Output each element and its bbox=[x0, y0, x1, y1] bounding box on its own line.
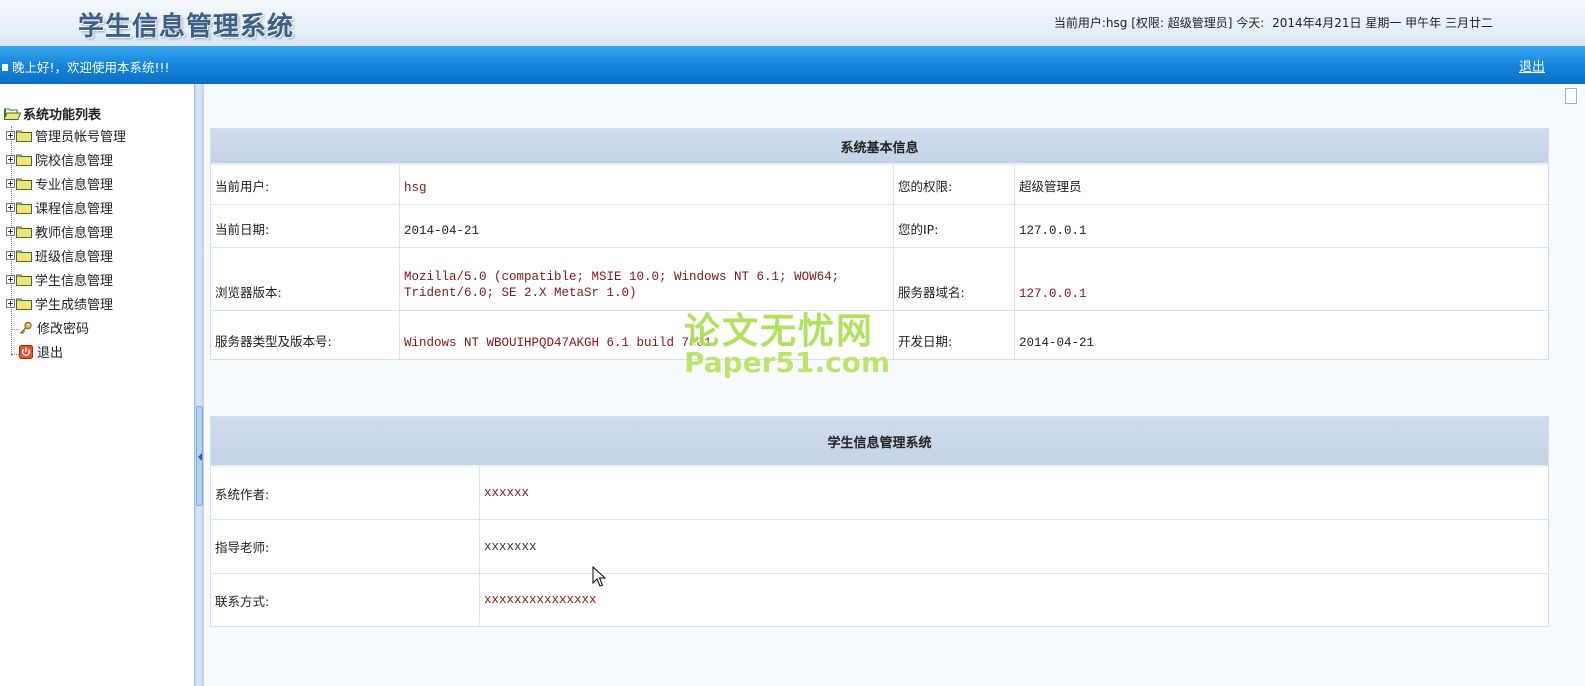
folder-icon bbox=[16, 178, 33, 190]
greeting: 晚上好!，欢迎使用本系统!!! bbox=[2, 57, 170, 76]
field-value: xxxxxx bbox=[480, 467, 1548, 520]
expand-plus-icon[interactable] bbox=[6, 131, 15, 140]
table-row: 系统作者: xxxxxx bbox=[211, 467, 1548, 520]
field-value: xxxxxxx bbox=[480, 520, 1548, 574]
sidebar-item-school-info[interactable]: 院校信息管理 bbox=[6, 150, 113, 172]
field-label: 当前日期: bbox=[211, 205, 400, 248]
app-title: 学生信息管理系统 bbox=[78, 12, 295, 42]
table-row: 浏览器版本: Mozilla/5.0 (compatible; MSIE 10.… bbox=[211, 248, 1548, 311]
main-content: 系统基本信息 当前用户: hsg 您的权限: 超级管理员 当前日期: 2014-… bbox=[204, 84, 1585, 686]
key-icon bbox=[19, 321, 33, 335]
folder-icon bbox=[16, 274, 33, 286]
expand-plus-icon[interactable] bbox=[6, 227, 15, 236]
sidebar-item-course-info[interactable]: 课程信息管理 bbox=[6, 198, 113, 220]
folder-icon bbox=[16, 154, 33, 166]
current-user-text: 当前用户:hsg [权限: 超级管理员] 今天: bbox=[1053, 16, 1265, 30]
sidebar-item-logout[interactable]: 退出 bbox=[19, 342, 63, 364]
arrow-left-icon bbox=[198, 453, 202, 461]
open-folder-icon bbox=[4, 108, 21, 120]
about-system-title: 学生信息管理系统 bbox=[211, 417, 1548, 467]
greeting-text: 晚上好!，欢迎使用本系统!!! bbox=[12, 60, 170, 75]
sidebar-item-label: 课程信息管理 bbox=[35, 202, 114, 217]
folder-icon bbox=[16, 130, 33, 142]
about-system-table: 学生信息管理系统 系统作者: xxxxxx 指导老师: xxxxxxx 联系方式… bbox=[210, 416, 1549, 627]
table-row: 当前日期: 2014-04-21 您的IP: 127.0.0.1 bbox=[211, 205, 1548, 248]
field-value: 127.0.0.1 bbox=[1015, 248, 1548, 311]
field-value: Windows NT WBOUIHPQD47AKGH 6.1 build 760… bbox=[400, 311, 894, 359]
tree-connector bbox=[11, 354, 19, 355]
table-row: 服务器类型及版本号: Windows NT WBOUIHPQD47AKGH 6.… bbox=[211, 311, 1548, 359]
field-value: 2014-04-21 bbox=[1019, 336, 1095, 350]
sidebar-root[interactable]: 系统功能列表 bbox=[4, 104, 101, 123]
logout-label: 退出 bbox=[37, 346, 64, 361]
change-password-label: 修改密码 bbox=[37, 322, 90, 337]
sidebar: 系统功能列表 管理员帐号管理 院校信息管理 专业信息管理 课程信息管理 教师信息… bbox=[0, 84, 194, 686]
folder-icon bbox=[16, 250, 33, 262]
expand-plus-icon[interactable] bbox=[6, 203, 15, 212]
table-row: 联系方式: xxxxxxxxxxxxxxx bbox=[211, 574, 1548, 626]
sidebar-item-label: 院校信息管理 bbox=[35, 154, 114, 169]
field-label: 您的权限: bbox=[894, 165, 1015, 205]
sidebar-item-change-password[interactable]: 修改密码 bbox=[19, 318, 89, 340]
table-row: 当前用户: hsg 您的权限: 超级管理员 bbox=[211, 165, 1548, 205]
field-label: 浏览器版本: bbox=[211, 248, 400, 311]
field-label: 当前用户: bbox=[211, 165, 400, 205]
sidebar-splitter[interactable] bbox=[194, 84, 204, 686]
folder-icon bbox=[16, 298, 33, 310]
sidebar-item-major-info[interactable]: 专业信息管理 bbox=[6, 174, 113, 196]
sidebar-item-teacher-info[interactable]: 教师信息管理 bbox=[6, 222, 113, 244]
folder-icon bbox=[16, 226, 33, 238]
field-label: 服务器类型及版本号: bbox=[211, 311, 400, 359]
top-nav-bar: 晚上好!，欢迎使用本系统!!! 退出 bbox=[0, 46, 1585, 84]
sidebar-item-label: 学生信息管理 bbox=[35, 274, 114, 289]
sidebar-item-label: 学生成绩管理 bbox=[35, 298, 114, 313]
sidebar-item-label: 班级信息管理 bbox=[35, 250, 114, 265]
field-value: 127.0.0.1 bbox=[1015, 205, 1548, 248]
expand-plus-icon[interactable] bbox=[6, 275, 15, 284]
sidebar-item-student-scores[interactable]: 学生成绩管理 bbox=[6, 294, 113, 316]
collapse-sidebar-handle[interactable] bbox=[196, 406, 203, 506]
expand-plus-icon[interactable] bbox=[6, 179, 15, 188]
field-label: 指导老师: bbox=[211, 520, 480, 574]
sidebar-item-label: 专业信息管理 bbox=[35, 178, 114, 193]
sidebar-item-student-info[interactable]: 学生信息管理 bbox=[6, 270, 113, 292]
power-icon bbox=[19, 344, 33, 359]
expand-plus-icon[interactable] bbox=[6, 251, 15, 260]
field-label: 开发日期: bbox=[894, 311, 1015, 359]
logout-link[interactable]: 退出 bbox=[1519, 56, 1545, 75]
sidebar-item-label: 教师信息管理 bbox=[35, 226, 114, 241]
folder-icon bbox=[16, 202, 33, 214]
field-label: 联系方式: bbox=[211, 574, 480, 626]
scroll-corner[interactable] bbox=[1565, 88, 1577, 104]
system-info-title: 系统基本信息 bbox=[211, 129, 1548, 165]
field-value: 超级管理员 bbox=[1015, 165, 1548, 205]
bullet-icon bbox=[2, 64, 8, 71]
table-row: 指导老师: xxxxxxx bbox=[211, 520, 1548, 574]
current-date-text: 2014年4月21日 星期一 甲午年 三月廿二 bbox=[1272, 16, 1493, 30]
header-user-info: 当前用户:hsg [权限: 超级管理员] 今天: 2014年4月21日 星期一 … bbox=[1054, 14, 1497, 31]
field-value: 2014-04-21 bbox=[400, 205, 894, 248]
field-label: 系统作者: bbox=[211, 467, 480, 520]
sidebar-item-class-info[interactable]: 班级信息管理 bbox=[6, 246, 113, 268]
system-info-table: 系统基本信息 当前用户: hsg 您的权限: 超级管理员 当前日期: 2014-… bbox=[210, 128, 1549, 360]
mouse-cursor-icon bbox=[592, 566, 606, 587]
field-value: xxxxxxxxxxxxxxx bbox=[484, 593, 597, 607]
field-label: 您的IP: bbox=[894, 205, 1015, 248]
sidebar-root-label: 系统功能列表 bbox=[23, 108, 102, 123]
expand-plus-icon[interactable] bbox=[6, 299, 15, 308]
field-value: Mozilla/5.0 (compatible; MSIE 10.0; Wind… bbox=[400, 248, 894, 311]
tree-connector bbox=[11, 329, 19, 330]
sidebar-item-label: 管理员帐号管理 bbox=[35, 130, 127, 145]
app-header: 学生信息管理系统 当前用户:hsg [权限: 超级管理员] 今天: 2014年4… bbox=[0, 0, 1585, 46]
expand-plus-icon[interactable] bbox=[6, 155, 15, 164]
field-label: 服务器域名: bbox=[894, 248, 1015, 311]
field-value: hsg bbox=[400, 165, 894, 205]
sidebar-item-admin-accounts[interactable]: 管理员帐号管理 bbox=[6, 126, 126, 148]
